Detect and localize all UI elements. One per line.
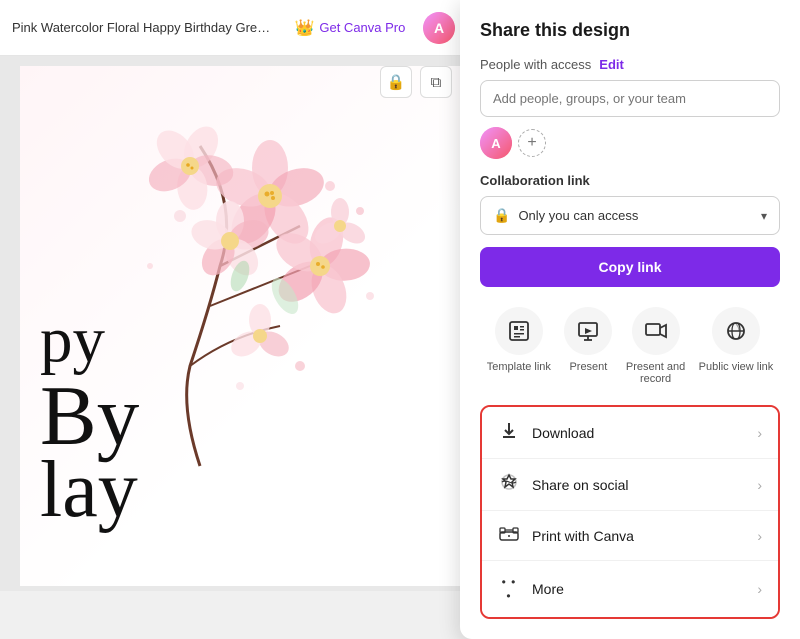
people-label: People with access Edit (480, 57, 780, 72)
download-label: Download (532, 425, 745, 441)
add-person-button[interactable]: + (518, 129, 546, 157)
access-dropdown[interactable]: 🔒 Only you can access ▾ (480, 196, 780, 235)
svg-text:A: A (434, 20, 444, 36)
print-canva-item[interactable]: Print with Canva › (482, 511, 778, 561)
more-icon: • • • (498, 575, 520, 603)
present-icon (564, 307, 612, 355)
print-canva-chevron-icon: › (757, 528, 762, 544)
present-record-label: Present andrecord (626, 361, 685, 385)
svg-text:A: A (491, 136, 501, 151)
share-options-grid: Template link Present Present andrec (480, 307, 780, 385)
template-link-label: Template link (487, 361, 551, 373)
document-title: Pink Watercolor Floral Happy Birthday Gr… (12, 20, 276, 35)
edit-link[interactable]: Edit (599, 57, 624, 72)
public-view-label: Public view link (699, 361, 774, 373)
download-icon (498, 421, 520, 444)
more-item[interactable]: • • • More › (482, 561, 778, 617)
get-canva-pro-label: Get Canva Pro (319, 20, 405, 35)
people-section: People with access Edit A + (480, 57, 780, 159)
avatar[interactable]: A (423, 12, 455, 44)
copy-link-button[interactable]: Copy link (480, 247, 780, 287)
public-view-icon (712, 307, 760, 355)
share-social-chevron-icon: › (757, 477, 762, 493)
present-record-option[interactable]: Present andrecord (626, 307, 685, 385)
template-link-option[interactable]: Template link (487, 307, 551, 385)
present-label: Present (569, 361, 607, 373)
share-social-label: Share on social (532, 477, 745, 493)
template-link-icon (495, 307, 543, 355)
user-avatar: A (480, 127, 512, 159)
print-canva-icon (498, 525, 520, 546)
present-option[interactable]: Present (564, 307, 612, 385)
download-chevron-icon: › (757, 425, 762, 441)
copy-button[interactable]: ⧉ (420, 66, 452, 98)
more-chevron-icon: › (757, 581, 762, 597)
more-label: More (532, 581, 745, 597)
lock-button[interactable]: 🔒 (380, 66, 412, 98)
print-canva-label: Print with Canva (532, 528, 745, 544)
public-view-option[interactable]: Public view link (699, 307, 774, 385)
share-social-item[interactable]: Share on social › (482, 459, 778, 511)
access-text: Only you can access (518, 208, 753, 223)
lock-icon: 🔒 (493, 207, 510, 224)
birthday-text: py By lay (40, 298, 139, 526)
share-panel-title: Share this design (480, 20, 780, 41)
design-card: py By lay (20, 66, 470, 586)
avatars-row: A + (480, 127, 780, 159)
people-input[interactable] (480, 80, 780, 117)
crown-icon: 👑 (294, 18, 314, 38)
download-item[interactable]: Download › (482, 407, 778, 459)
action-list: Download › Share on social › (480, 405, 780, 619)
share-social-icon (498, 473, 520, 496)
collaboration-link-label: Collaboration link (480, 173, 780, 188)
share-panel: Share this design People with access Edi… (460, 0, 800, 639)
get-canva-pro-button[interactable]: 👑 Get Canva Pro (284, 12, 415, 44)
chevron-down-icon: ▾ (761, 209, 767, 223)
present-record-icon (632, 307, 680, 355)
